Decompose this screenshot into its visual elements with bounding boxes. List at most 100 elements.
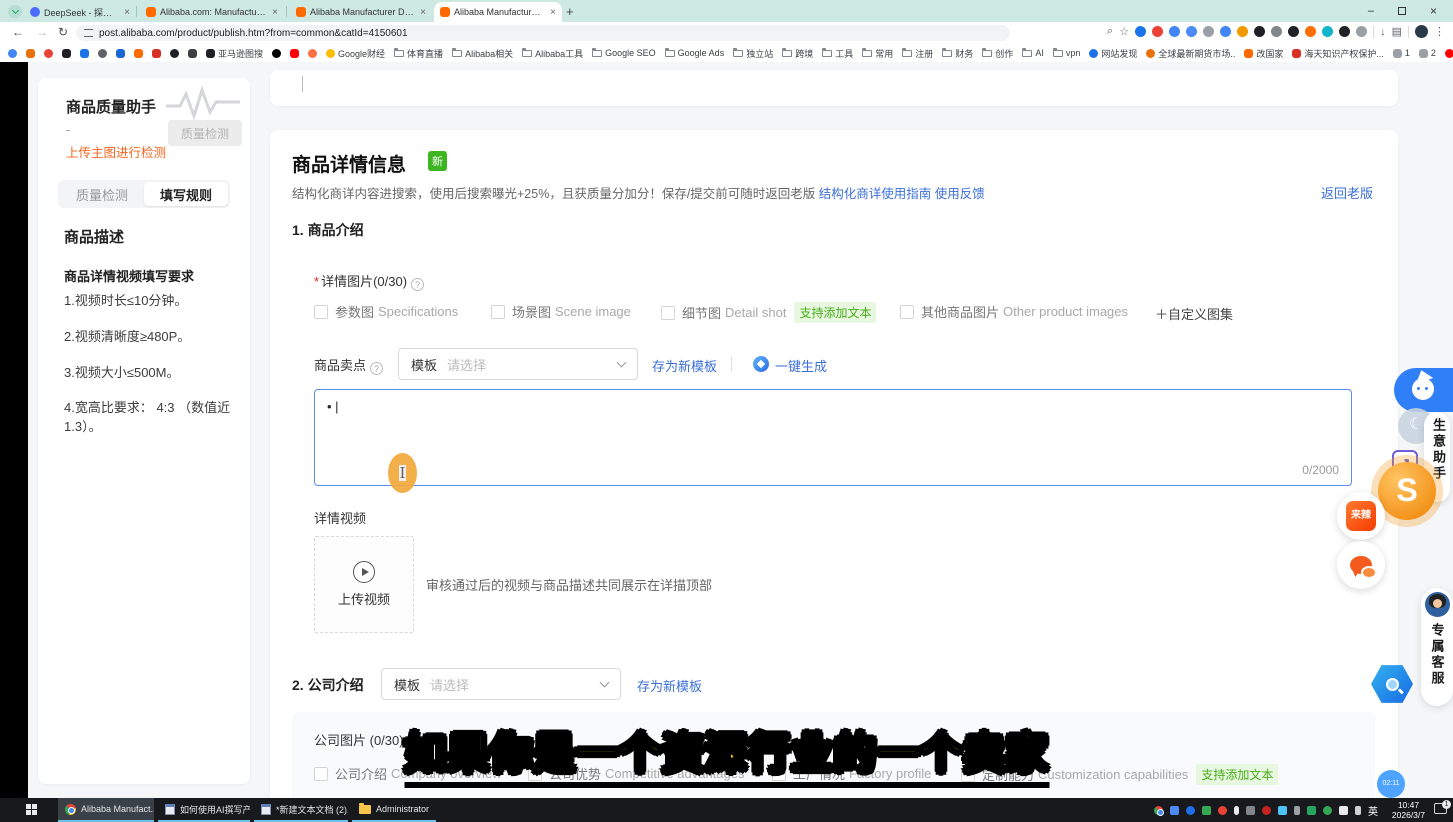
bookmark-folder[interactable]: Alibaba工具 xyxy=(522,47,583,60)
bookmark-folder[interactable]: 财务 xyxy=(942,47,973,60)
tray-icon[interactable] xyxy=(1323,806,1332,815)
bookmark-favicon-icon[interactable] xyxy=(170,49,179,58)
bookmark-folder[interactable]: Google Ads xyxy=(665,48,725,58)
tray-chrome-icon[interactable] xyxy=(1154,806,1163,815)
checkbox[interactable] xyxy=(900,305,914,319)
bookmark-folder[interactable]: 注册 xyxy=(902,47,933,60)
selling-point-textarea[interactable]: • | 0/2000 xyxy=(314,389,1352,486)
browser-tab[interactable]: Alibaba.com: Manufacturers. × xyxy=(140,2,284,22)
save-company-template-link[interactable]: 存为新模板 xyxy=(637,676,702,695)
extension-icon[interactable] xyxy=(1288,26,1299,37)
upload-main-image-link[interactable]: 上传主图进行检测 xyxy=(66,142,166,161)
skype-icon[interactable]: S xyxy=(1378,462,1436,520)
extension-icon[interactable] xyxy=(1220,26,1231,37)
extensions-puzzle-icon[interactable]: ▤ xyxy=(1392,25,1402,38)
bookmark-favicon-icon[interactable] xyxy=(1445,49,1453,58)
extension-icon[interactable] xyxy=(1305,26,1316,37)
browser-tab[interactable]: Alibaba Manufacturer Direct × xyxy=(290,2,432,22)
tray-icon[interactable] xyxy=(1262,806,1271,815)
browser-tab-active[interactable]: Alibaba Manufacturer Direct × xyxy=(434,2,562,22)
custom-album-button[interactable]: ＋自定义图集 xyxy=(1155,304,1233,323)
upload-video-button[interactable]: 上传视频 xyxy=(314,536,414,633)
bookmark-favicon-icon[interactable] xyxy=(80,49,89,58)
address-bar[interactable]: post.alibaba.com/product/publish.htm?fro… xyxy=(76,25,1010,41)
tray-icon[interactable] xyxy=(1202,806,1211,815)
language-indicator[interactable]: 英 xyxy=(1368,803,1378,818)
tab-close-icon[interactable]: × xyxy=(550,7,556,18)
customer-service-widget[interactable]: 专属客服 xyxy=(1421,588,1453,706)
lailai-app-icon[interactable]: 来辣 xyxy=(1337,492,1385,540)
tab-close-icon[interactable]: × xyxy=(272,7,278,18)
quality-detect-button[interactable]: 质量检测 xyxy=(168,120,242,146)
taskbar-app-chrome[interactable]: Alibaba Manufact... xyxy=(58,798,154,822)
extension-icon[interactable] xyxy=(1271,26,1282,37)
bookmark-folder[interactable]: 工具 xyxy=(822,47,853,60)
checkbox[interactable] xyxy=(314,305,328,319)
bookmark-folder[interactable]: vpn xyxy=(1053,48,1081,58)
one-click-generate-link[interactable]: 一键生成 xyxy=(775,356,827,375)
bookmark-item[interactable]: 改国家 xyxy=(1244,47,1283,60)
forward-icon[interactable]: → xyxy=(36,25,48,39)
template-select[interactable]: 模板 请选择 xyxy=(398,348,638,380)
extension-icon[interactable] xyxy=(1237,26,1248,37)
bookmark-favicon-icon[interactable] xyxy=(62,49,71,58)
menu-dots-icon[interactable]: ⋮ xyxy=(1434,25,1445,38)
taskbar-app-notepad2[interactable]: *新建文本文档 (2).t... xyxy=(254,798,348,822)
taskbar-clock[interactable]: 10:47 2026/3/7 xyxy=(1392,800,1425,820)
bookmark-folder[interactable]: 体育直播 xyxy=(394,47,443,60)
close-button[interactable]: × xyxy=(1430,4,1437,18)
back-icon[interactable]: ← xyxy=(12,25,24,39)
extension-icon[interactable] xyxy=(1186,26,1197,37)
feedback-link[interactable]: 使用反馈 xyxy=(935,187,985,201)
assistant-genie-icon[interactable] xyxy=(1394,368,1453,412)
extension-icon[interactable] xyxy=(1322,26,1333,37)
bookmark-star-icon[interactable]: ☆ xyxy=(1119,25,1129,38)
bookmark-folder[interactable]: 独立站 xyxy=(733,47,773,60)
bookmark-item[interactable]: 全球最新期货市场.. xyxy=(1146,47,1235,60)
bookmark-favicon-icon[interactable] xyxy=(188,49,197,58)
tray-icon[interactable] xyxy=(1246,806,1255,815)
zoom-icon[interactable]: ⌕ xyxy=(1107,25,1113,38)
ai-generate-icon[interactable] xyxy=(753,356,769,372)
download-icon[interactable]: ↓ xyxy=(1380,26,1386,38)
bookmark-folder[interactable]: 跨境 xyxy=(782,47,813,60)
tab-quality-detect[interactable]: 质量检测 xyxy=(60,182,144,206)
guide-link[interactable]: 结构化商详使用指南 xyxy=(819,187,932,201)
tray-icon[interactable] xyxy=(1278,806,1287,815)
bookmark-favicon-icon[interactable] xyxy=(308,49,317,58)
tray-network-icon[interactable] xyxy=(1339,806,1348,815)
checkbox-other-images[interactable]: 其他商品图片 Other product images xyxy=(900,302,1128,321)
checkbox-specifications[interactable]: 参数图 Specifications xyxy=(314,302,458,321)
tray-icon[interactable] xyxy=(1307,806,1316,815)
bookmark-item[interactable]: 1 xyxy=(1393,48,1410,58)
company-template-select[interactable]: 模板 请选择 xyxy=(381,668,621,700)
checkbox[interactable] xyxy=(491,305,505,319)
extension-icon[interactable] xyxy=(1169,26,1180,37)
help-icon[interactable]: ? xyxy=(370,362,383,375)
bookmark-favicon-icon[interactable] xyxy=(290,49,299,58)
tray-battery-icon[interactable] xyxy=(1294,806,1300,815)
checkbox[interactable] xyxy=(661,306,675,320)
extension-icon[interactable] xyxy=(1203,26,1214,37)
bookmark-favicon-icon[interactable] xyxy=(152,49,161,58)
browser-tab[interactable]: DeepSeek - 探索未至之境 × xyxy=(24,2,136,22)
bookmark-favicon-icon[interactable] xyxy=(116,49,125,58)
bookmark-folder[interactable]: 创作 xyxy=(982,47,1013,60)
bookmark-item[interactable]: Google财经 xyxy=(326,47,385,60)
tray-mic-icon[interactable] xyxy=(1234,806,1239,815)
bookmark-favicon-icon[interactable] xyxy=(44,49,53,58)
bookmark-favicon-icon[interactable] xyxy=(26,49,35,58)
bookmark-folder[interactable]: Google SEO xyxy=(592,48,656,58)
bookmark-folder[interactable]: 常用 xyxy=(862,47,893,60)
taskbar-app-notepad1[interactable]: 如何使用AI撰写产... xyxy=(158,798,250,822)
bookmark-item[interactable]: 网站发现 xyxy=(1089,47,1137,60)
bookmark-item[interactable]: 亚马逊图搜 xyxy=(206,47,263,60)
notification-icon[interactable]: 1 xyxy=(1434,803,1447,814)
save-template-link[interactable]: 存为新模板 xyxy=(652,356,717,375)
tab-close-icon[interactable]: × xyxy=(124,7,130,18)
tray-icon[interactable] xyxy=(1170,806,1179,815)
profile-avatar[interactable] xyxy=(1415,25,1428,38)
wechat-icon[interactable] xyxy=(1337,541,1385,589)
reload-icon[interactable]: ↻ xyxy=(58,25,68,39)
extension-icon[interactable] xyxy=(1356,26,1367,37)
